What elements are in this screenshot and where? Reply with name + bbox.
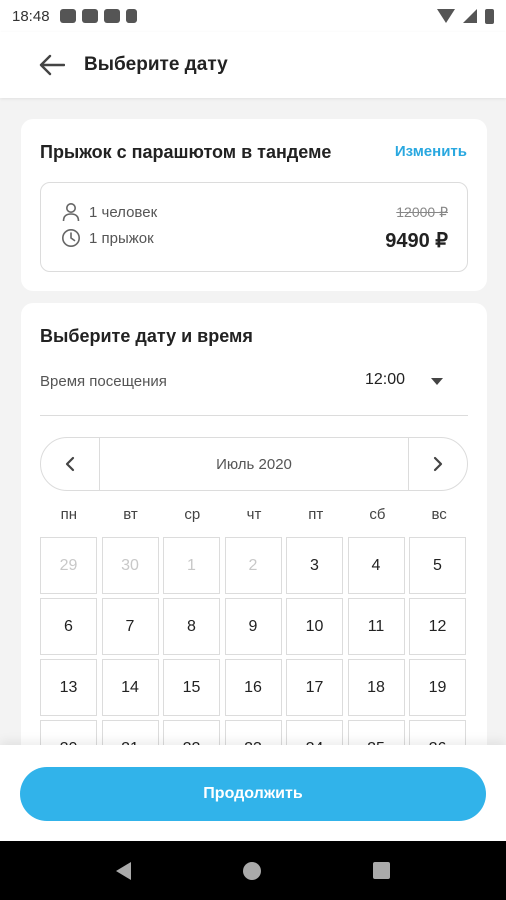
jumps-row: 1 прыжок bbox=[61, 228, 154, 248]
signal-icon bbox=[463, 9, 477, 23]
bottom-panel: Продолжить bbox=[0, 745, 506, 841]
people-row: 1 человек bbox=[61, 202, 157, 222]
calendar-day[interactable]: 5 bbox=[409, 537, 466, 594]
nav-home-icon[interactable] bbox=[243, 861, 261, 880]
nav-back-icon[interactable] bbox=[116, 861, 131, 880]
weekday-header: пн вт ср чт пт сб вс bbox=[40, 506, 468, 523]
prev-month-button[interactable] bbox=[41, 438, 99, 490]
calendar-day-disabled: 1 bbox=[163, 537, 220, 594]
chevron-right-icon bbox=[433, 456, 443, 472]
month-navigator: Июль 2020 bbox=[40, 437, 468, 491]
person-icon bbox=[61, 202, 81, 222]
weekday-label: пн bbox=[60, 506, 78, 523]
calendar-day-disabled: 30 bbox=[101, 537, 159, 594]
people-count: 1 человек bbox=[89, 203, 158, 221]
nav-recents-icon[interactable] bbox=[373, 862, 390, 879]
mail-icon bbox=[81, 9, 98, 23]
old-price: 12000 ₽ bbox=[396, 204, 448, 220]
calendar-day[interactable]: 9 bbox=[224, 598, 282, 655]
product-card: Прыжок с парашютом в тандеме Изменить 1 … bbox=[21, 119, 487, 291]
battery-icon bbox=[485, 8, 494, 24]
weekday-label: сб bbox=[369, 506, 386, 523]
product-title: Прыжок с парашютом в тандеме bbox=[40, 142, 332, 162]
calendar-day[interactable]: 11 bbox=[347, 598, 405, 655]
notification-icons bbox=[59, 9, 137, 23]
month-title: Июль 2020 bbox=[99, 438, 409, 490]
calendar-day[interactable]: 14 bbox=[101, 659, 159, 716]
system-icons bbox=[437, 8, 494, 24]
clock-icon bbox=[61, 228, 81, 248]
chevron-left-icon bbox=[65, 456, 75, 472]
next-month-button[interactable] bbox=[409, 438, 467, 490]
weekday-label: вс bbox=[431, 506, 447, 523]
calendar-day[interactable]: 13 bbox=[40, 659, 97, 716]
status-bar: 18:48 bbox=[0, 0, 506, 32]
calendar-day[interactable]: 8 bbox=[163, 598, 220, 655]
app-bar: Выберите дату bbox=[0, 32, 506, 98]
sim-icon bbox=[125, 9, 137, 23]
change-link[interactable]: Изменить bbox=[395, 143, 467, 160]
calendar-day[interactable]: 19 bbox=[409, 659, 466, 716]
arrow-left-icon bbox=[39, 54, 65, 76]
divider bbox=[40, 415, 468, 416]
calendar-day[interactable]: 3 bbox=[286, 537, 343, 594]
jumps-count: 1 прыжок bbox=[89, 229, 154, 247]
weekday-label: вт bbox=[123, 506, 138, 523]
youtube-icon bbox=[59, 9, 76, 23]
calendar-day[interactable]: 10 bbox=[286, 598, 343, 655]
continue-button[interactable]: Продолжить bbox=[20, 767, 486, 821]
calendar-day[interactable]: 12 bbox=[409, 598, 466, 655]
calendar-day[interactable]: 18 bbox=[347, 659, 405, 716]
visit-time-select[interactable]: 12:00 bbox=[365, 371, 405, 389]
calendar-day[interactable]: 16 bbox=[224, 659, 282, 716]
page-title: Выберите дату bbox=[84, 54, 228, 75]
order-summary: 1 человек 1 прыжок 12000 ₽ 9490 ₽ bbox=[40, 182, 468, 272]
calendar-day[interactable]: 7 bbox=[101, 598, 159, 655]
calendar-day-disabled: 2 bbox=[224, 537, 282, 594]
datetime-title: Выберите дату и время bbox=[40, 326, 253, 346]
calendar-day-disabled: 29 bbox=[40, 537, 97, 594]
new-price: 9490 ₽ bbox=[385, 230, 448, 252]
weekday-label: пт bbox=[308, 506, 324, 523]
calendar-grid: 2930123456789101112131415161718192021222… bbox=[40, 537, 468, 777]
system-nav-bar bbox=[0, 841, 506, 900]
chevron-down-icon[interactable] bbox=[431, 378, 443, 385]
visit-time-label: Время посещения bbox=[40, 373, 167, 390]
calendar-day[interactable]: 6 bbox=[40, 598, 97, 655]
calendar-day[interactable]: 15 bbox=[163, 659, 220, 716]
weekday-label: ср bbox=[184, 506, 201, 523]
wifi-icon bbox=[437, 9, 455, 23]
app-icon bbox=[103, 9, 120, 23]
calendar-day[interactable]: 4 bbox=[347, 537, 405, 594]
calendar-day[interactable]: 17 bbox=[286, 659, 343, 716]
back-button[interactable] bbox=[32, 45, 72, 85]
weekday-label: чт bbox=[246, 506, 262, 523]
status-time: 18:48 bbox=[12, 7, 50, 25]
